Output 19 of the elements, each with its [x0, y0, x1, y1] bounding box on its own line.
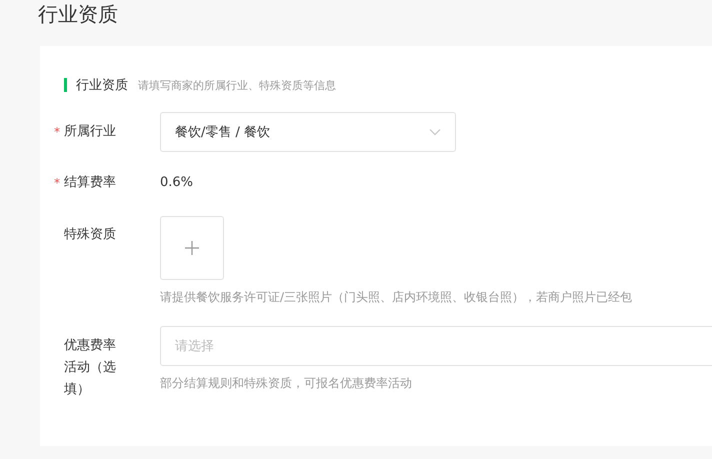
section-title: 行业资质 [76, 77, 128, 94]
section-description: 请填写商家的所属行业、特殊资质等信息 [138, 78, 336, 92]
field-hint: 请提供餐饮服务许可证/三张照片（门头照、店内环境照、收银台照），若商户照片已经包 [160, 289, 634, 306]
select-field[interactable]: 请选择 [160, 326, 712, 366]
rate-value: 0.6% [160, 175, 194, 190]
field-label: 结算费率 [64, 174, 117, 192]
upload-button[interactable] [160, 216, 224, 280]
industry-select[interactable]: 餐饮/零售 / 餐饮 [160, 112, 456, 152]
required-asterisk: * [54, 124, 60, 141]
select-value: 餐饮/零售 / 餐饮 [175, 124, 270, 141]
accent-bar [64, 78, 67, 92]
chevron-down-icon [429, 128, 441, 136]
field-label: 所属行业 [64, 123, 117, 141]
plus-icon [185, 241, 199, 255]
required-asterisk: * [54, 175, 60, 192]
field-label: 特殊资质 [64, 226, 117, 244]
field-label: 优惠费率活动（选填） [64, 337, 117, 399]
field-hint: 部分结算规则和特殊资质，可报名优惠费率活动 [160, 375, 413, 392]
page-title: 行业资质 [37, 1, 119, 28]
